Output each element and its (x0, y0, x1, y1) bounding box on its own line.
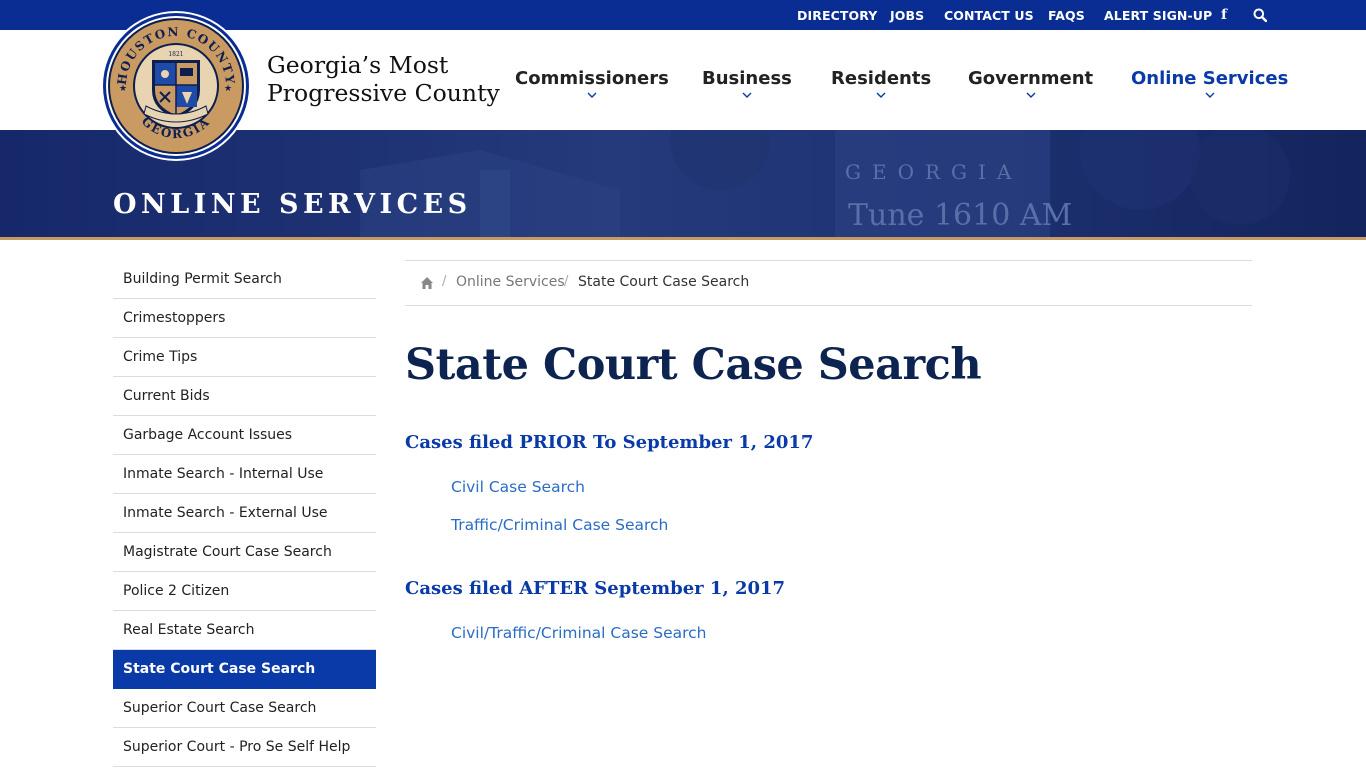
chevron-down-icon (1205, 92, 1215, 98)
nav-label: Online Services (1131, 68, 1289, 89)
nav-label: Business (702, 68, 792, 89)
banner-title: ONLINE SERVICES (113, 189, 472, 220)
sidebar-nav: Building Permit Search Crimestoppers Cri… (113, 260, 376, 767)
sidebar-item-police-2-citizen[interactable]: Police 2 Citizen (113, 572, 376, 611)
civil-case-search-link[interactable]: Civil Case Search (451, 478, 585, 496)
sidebar-item-real-estate-search[interactable]: Real Estate Search (113, 611, 376, 650)
section-heading-after: Cases filed AFTER September 1, 2017 (405, 578, 786, 599)
directory-link[interactable]: DIRECTORY (797, 8, 877, 23)
sidebar-item-state-court-case-search[interactable]: State Court Case Search (113, 650, 376, 689)
breadcrumb-link-online-services[interactable]: Online Services (456, 274, 565, 290)
breadcrumb-separator: / (442, 274, 447, 289)
page-title: State Court Case Search (405, 340, 982, 390)
sidebar-item-garbage-account-issues[interactable]: Garbage Account Issues (113, 416, 376, 455)
sign-text-georgia: GEORGIA (845, 160, 1022, 184)
facebook-icon[interactable]: f (1221, 7, 1227, 23)
sidebar-item-current-bids[interactable]: Current Bids (113, 377, 376, 416)
nav-commissioners[interactable]: Commissioners (515, 68, 669, 99)
nav-online-services[interactable]: Online Services (1131, 68, 1288, 99)
alert-signup-link[interactable]: ALERT SIGN-UP (1104, 8, 1212, 23)
chevron-down-icon (876, 92, 886, 98)
sign-text-radio: Tune 1610 AM (848, 198, 1072, 233)
nav-residents[interactable]: Residents (831, 68, 931, 99)
sidebar-item-crimestoppers[interactable]: Crimestoppers (113, 299, 376, 338)
civil-traffic-criminal-case-search-link[interactable]: Civil/Traffic/Criminal Case Search (451, 624, 707, 642)
chevron-down-icon (1026, 92, 1036, 98)
nav-label: Commissioners (515, 68, 669, 89)
traffic-criminal-case-search-link[interactable]: Traffic/Criminal Case Search (451, 516, 668, 534)
sidebar-item-building-permit-search[interactable]: Building Permit Search (113, 260, 376, 299)
county-seal-logo[interactable]: HOUSTON COUNTY GEORGIA ★ ★ 1821 (100, 10, 252, 162)
search-icon[interactable] (1253, 8, 1267, 22)
seal-year: 1821 (168, 51, 183, 58)
banner-divider (0, 237, 1366, 240)
breadcrumb-current: State Court Case Search (578, 274, 750, 290)
faqs-link[interactable]: FAQS (1048, 8, 1085, 23)
tagline-line-1: Georgia’s Most (267, 51, 449, 79)
breadcrumb-separator: / (564, 274, 569, 289)
sidebar-item-superior-court-case-search[interactable]: Superior Court Case Search (113, 689, 376, 728)
chevron-down-icon (742, 92, 752, 98)
sidebar-item-inmate-search-external[interactable]: Inmate Search - External Use (113, 494, 376, 533)
sidebar-item-magistrate-court-case-search[interactable]: Magistrate Court Case Search (113, 533, 376, 572)
seal-star-left: ★ (119, 84, 127, 94)
seal-star-right: ★ (224, 84, 232, 94)
sidebar-item-superior-court-pro-se[interactable]: Superior Court - Pro Se Self Help (113, 728, 376, 767)
sidebar-item-crime-tips[interactable]: Crime Tips (113, 338, 376, 377)
jobs-link[interactable]: JOBS (890, 8, 924, 23)
tagline-line-2: Progressive County (267, 79, 500, 107)
chevron-down-icon (587, 92, 597, 98)
nav-business[interactable]: Business (702, 68, 792, 99)
nav-government[interactable]: Government (968, 68, 1093, 99)
breadcrumb: / Online Services / State Court Case Sea… (405, 260, 1252, 306)
site-tagline[interactable]: Georgia’s Most Progressive County (267, 51, 500, 107)
section-heading-prior: Cases filed PRIOR To September 1, 2017 (405, 432, 814, 453)
nav-label: Government (968, 68, 1094, 89)
contact-us-link[interactable]: CONTACT US (944, 8, 1034, 23)
home-icon[interactable] (420, 276, 434, 290)
sidebar-item-inmate-search-internal[interactable]: Inmate Search - Internal Use (113, 455, 376, 494)
nav-label: Residents (831, 68, 932, 89)
